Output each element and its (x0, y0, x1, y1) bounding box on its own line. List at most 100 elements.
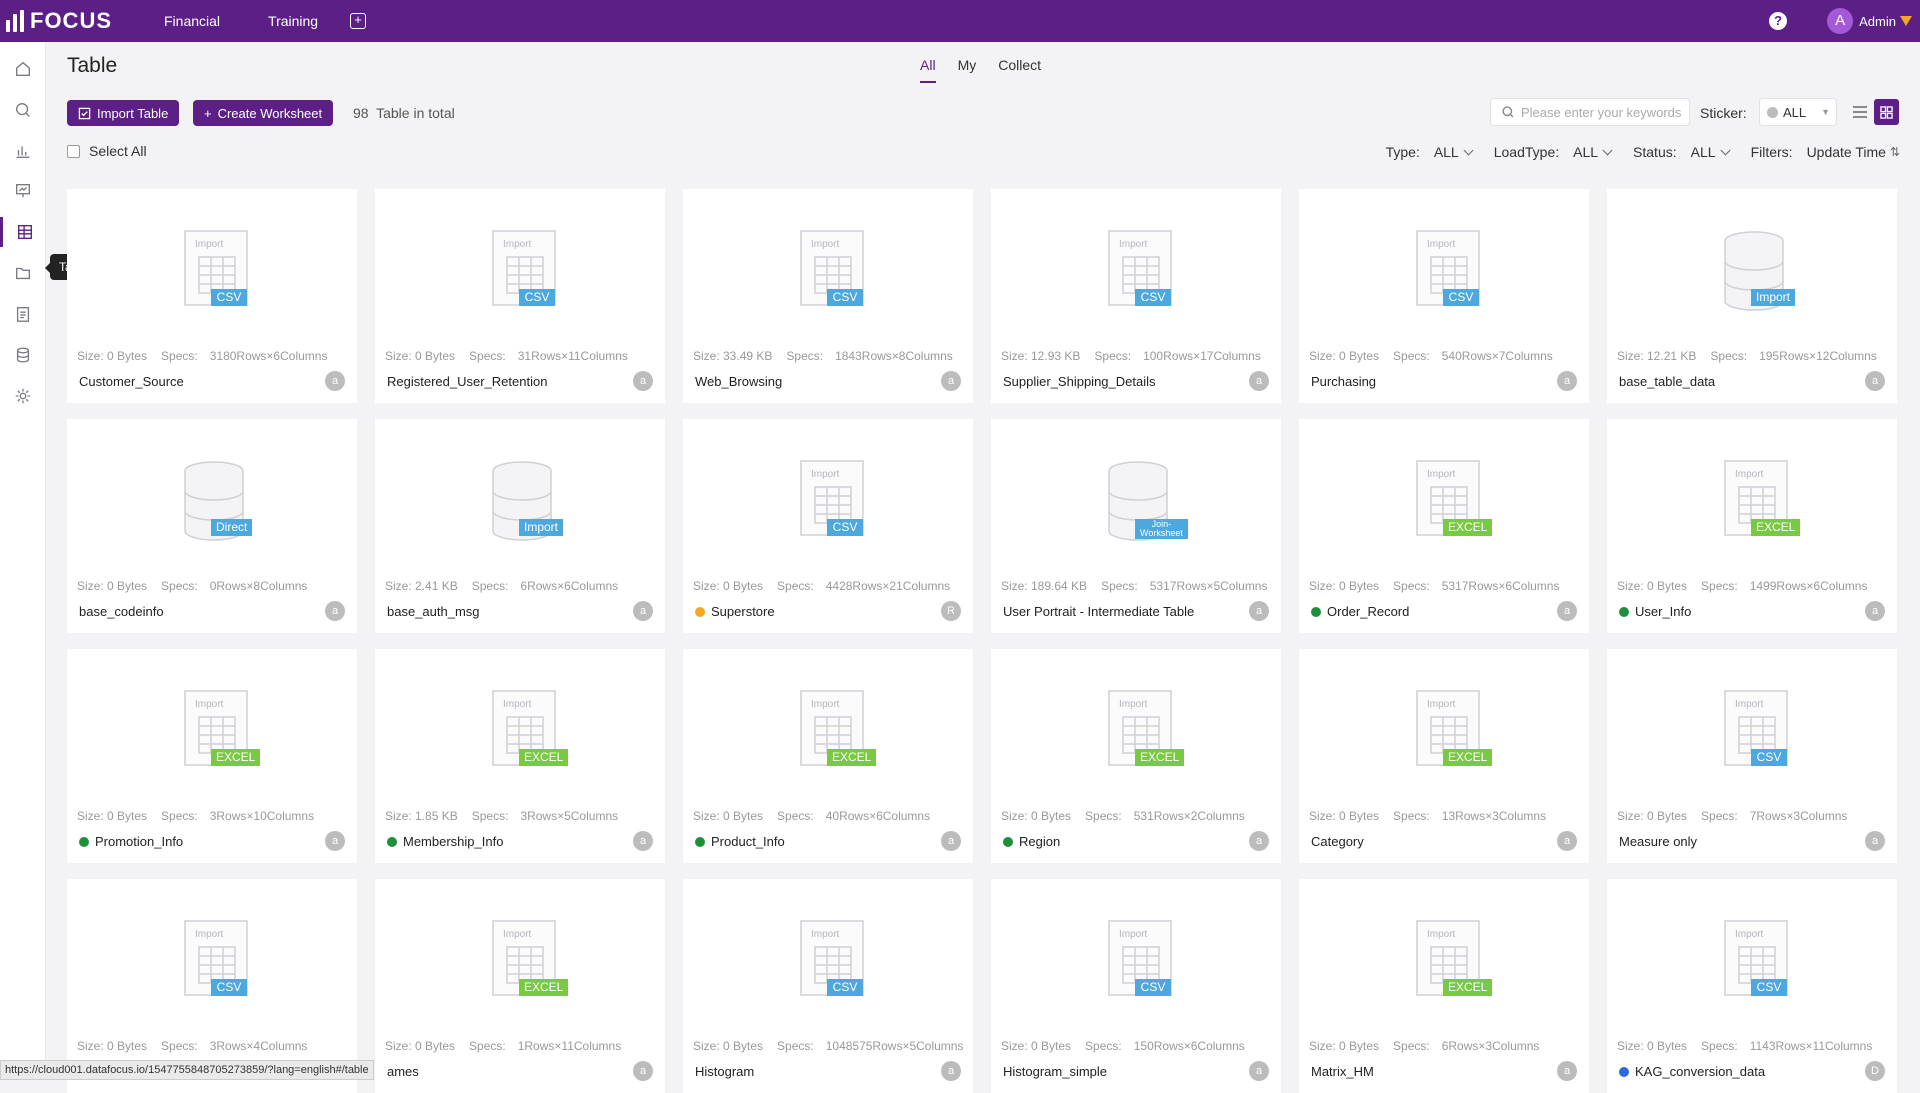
file-type-icon: Import CSV (797, 459, 867, 549)
user-name[interactable]: Admin (1859, 14, 1896, 29)
grid-view-button[interactable] (1874, 99, 1899, 125)
card-name[interactable]: ames (387, 1064, 419, 1079)
card-meta: Size: 0 Bytes Specs: 540Rows×7Columns (1309, 349, 1553, 363)
card-name[interactable]: Purchasing (1311, 374, 1376, 389)
table-card[interactable]: Import CSV Size: 0 Bytes Specs: 150Rows×6C… (991, 879, 1281, 1093)
add-tab-icon[interactable]: + (350, 13, 367, 29)
select-all[interactable]: Select All (67, 143, 147, 159)
table-card[interactable]: Import EXCEL Size: 1.85 KB Specs: 3Rows×5C… (375, 649, 665, 863)
import-table-button[interactable]: Import Table (67, 100, 180, 126)
card-name[interactable]: base_codeinfo (79, 604, 164, 619)
card-specs-label: Specs: (1701, 1039, 1738, 1053)
sidebar-item-tables[interactable] (0, 217, 46, 247)
card-name[interactable]: Superstore (695, 604, 775, 619)
sidebar-item-tasks[interactable] (0, 299, 46, 329)
table-grid: Import CSV Size: 0 Bytes Specs: 3180Rows×6… (67, 189, 1897, 1093)
card-name[interactable]: Histogram_simple (1003, 1064, 1107, 1079)
card-name[interactable]: Region (1003, 834, 1060, 849)
import-icon (78, 107, 91, 119)
table-card[interactable]: Join-Worksheet Size: 189.64 KB Specs: 5317… (991, 419, 1281, 633)
card-name[interactable]: Measure only (1619, 834, 1697, 849)
sidebar-item-search[interactable] (0, 95, 46, 125)
card-size: Size: 0 Bytes (1001, 809, 1072, 823)
card-size: Size: 0 Bytes (385, 349, 456, 363)
table-card[interactable]: Import EXCEL Size: 0 Bytes Specs: 1Rows×11… (375, 879, 665, 1093)
card-name[interactable]: User Portrait - Intermediate Table (1003, 604, 1194, 619)
table-card[interactable]: Import EXCEL Size: 0 Bytes Specs: 40Rows×6… (683, 649, 973, 863)
card-name[interactable]: User_Info (1619, 604, 1691, 619)
table-card[interactable]: Import EXCEL Size: 0 Bytes Specs: 3Rows×10… (67, 649, 357, 863)
sidebar-item-home[interactable] (0, 54, 46, 84)
table-card[interactable]: Import EXCEL Size: 0 Bytes Specs: 13Rows×3… (1299, 649, 1589, 863)
file-type-tag: Import (519, 519, 564, 536)
nav-financial[interactable]: Financial (164, 13, 220, 29)
import-label: Import (1427, 239, 1456, 250)
sidebar-item-charts[interactable] (0, 136, 46, 166)
table-card[interactable]: Import Size: 12.21 KB Specs: 195Rows×12Col… (1607, 189, 1897, 403)
file-type-tag: CSV (1751, 749, 1787, 766)
tab-all[interactable]: All (920, 57, 936, 83)
card-meta: Size: 0 Bytes Specs: 3180Rows×6Columns (77, 349, 327, 363)
card-size: Size: 0 Bytes (1309, 579, 1380, 593)
nav-training[interactable]: Training (268, 13, 318, 29)
table-card[interactable]: Import EXCEL Size: 0 Bytes Specs: 531Rows×… (991, 649, 1281, 863)
card-specs: 540Rows×7Columns (1441, 349, 1553, 363)
type-filter[interactable]: ALL (1434, 144, 1474, 160)
tab-my[interactable]: My (958, 57, 977, 83)
card-name[interactable]: base_auth_msg (387, 604, 480, 619)
table-card[interactable]: Import CSV Size: 0 Bytes Specs: 31Rows×11C… (375, 189, 665, 403)
sort-select[interactable]: Update Time ⇅ (1807, 144, 1900, 160)
sidebar-item-presentations[interactable] (0, 176, 46, 206)
card-name[interactable]: Matrix_HM (1311, 1064, 1374, 1079)
app-logo[interactable]: FOCUS (6, 8, 156, 34)
select-all-checkbox[interactable] (67, 144, 80, 158)
card-meta: Size: 0 Bytes Specs: 150Rows×6Columns (1001, 1039, 1245, 1053)
status-filter[interactable]: ALL (1691, 144, 1731, 160)
table-card[interactable]: Import CSV Size: 12.93 KB Specs: 100Rows×1… (991, 189, 1281, 403)
table-card[interactable]: Import CSV Size: 0 Bytes Specs: 4428Rows×2… (683, 419, 973, 633)
card-specs: 531Rows×2Columns (1133, 809, 1245, 823)
card-name[interactable]: Category (1311, 834, 1364, 849)
card-name[interactable]: Membership_Info (387, 834, 503, 849)
list-view-button[interactable] (1847, 99, 1872, 125)
tab-collect[interactable]: Collect (998, 57, 1041, 83)
table-card[interactable]: Import EXCEL Size: 0 Bytes Specs: 6Rows×3C… (1299, 879, 1589, 1093)
card-name[interactable]: Web_Browsing (695, 374, 782, 389)
table-card[interactable]: Import Size: 2.41 KB Specs: 6Rows×6Columns… (375, 419, 665, 633)
table-card[interactable]: Import CSV Size: 0 Bytes Specs: 7Rows×3Col… (1607, 649, 1897, 863)
card-name[interactable]: Customer_Source (79, 374, 184, 389)
loadtype-filter[interactable]: ALL (1573, 144, 1613, 160)
sidebar-item-data[interactable] (0, 340, 46, 370)
table-card[interactable]: Import CSV Size: 33.49 KB Specs: 1843Rows×… (683, 189, 973, 403)
card-specs: 5317Rows×5Columns (1149, 579, 1268, 593)
sidebar-item-files[interactable] (0, 258, 46, 288)
card-name[interactable]: Order_Record (1311, 604, 1409, 619)
sticker-select[interactable]: ALL ▼ (1759, 98, 1837, 126)
create-worksheet-button[interactable]: + Create Worksheet (193, 100, 334, 126)
card-name[interactable]: Promotion_Info (79, 834, 183, 849)
sidebar-item-settings[interactable] (0, 381, 46, 411)
help-icon[interactable]: ? (1769, 12, 1788, 30)
main-content: Table All My Collect Import Table + Crea… (46, 42, 1920, 1093)
chevron-down-icon: ▼ (1821, 107, 1830, 117)
card-name[interactable]: Registered_User_Retention (387, 374, 547, 389)
table-card[interactable]: Import EXCEL Size: 0 Bytes Specs: 5317Rows… (1299, 419, 1589, 633)
card-name[interactable]: base_table_data (1619, 374, 1715, 389)
search-input[interactable]: Please enter your keywords (1490, 98, 1690, 126)
card-name[interactable]: Supplier_Shipping_Details (1003, 374, 1156, 389)
card-name[interactable]: KAG_conversion_data (1619, 1064, 1765, 1079)
chart-icon (16, 146, 30, 158)
table-card[interactable]: Import EXCEL Size: 0 Bytes Specs: 1499Rows… (1607, 419, 1897, 633)
owner-badge: a (325, 371, 345, 391)
card-name[interactable]: Histogram (695, 1064, 754, 1079)
table-card[interactable]: Import CSV Size: 0 Bytes Specs: 1143Rows×1… (1607, 879, 1897, 1093)
user-area: ? A Admin (1769, 8, 1912, 34)
table-card[interactable]: Import CSV Size: 0 Bytes Specs: 1048575Row… (683, 879, 973, 1093)
file-type-tag: CSV (211, 979, 247, 996)
card-name[interactable]: Product_Info (695, 834, 785, 849)
avatar[interactable]: A (1827, 8, 1854, 34)
card-size: Size: 33.49 KB (693, 349, 773, 363)
table-card[interactable]: Import CSV Size: 0 Bytes Specs: 3180Rows×6… (67, 189, 357, 403)
table-card[interactable]: Direct Size: 0 Bytes Specs: 0Rows×8Columns… (67, 419, 357, 633)
table-card[interactable]: Import CSV Size: 0 Bytes Specs: 540Rows×7C… (1299, 189, 1589, 403)
